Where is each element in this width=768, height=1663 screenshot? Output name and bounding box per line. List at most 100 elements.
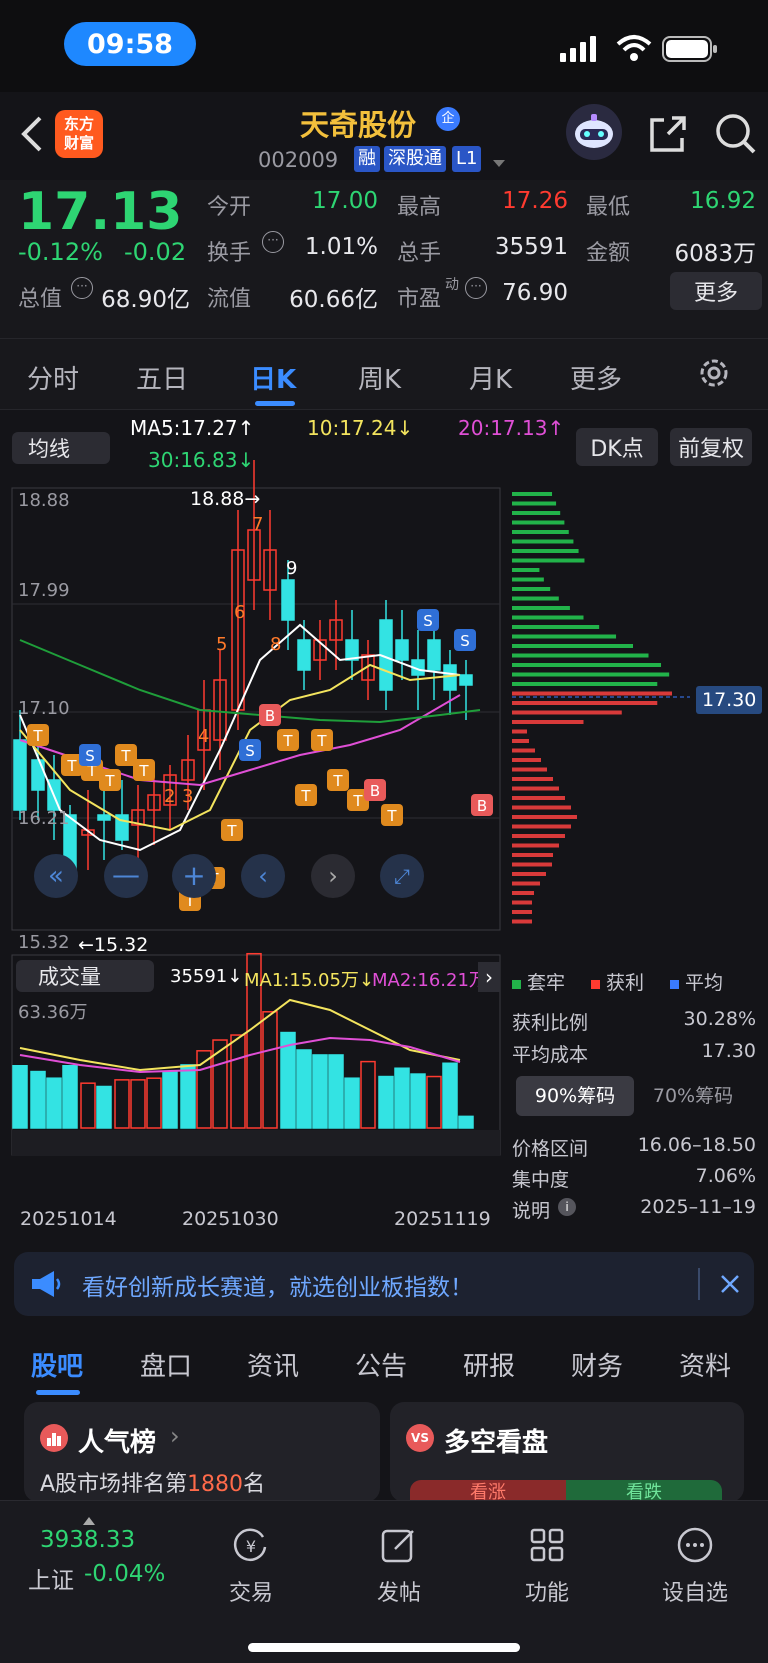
chip-bar	[512, 919, 532, 924]
bull-bear-title: 多空看盘	[444, 1428, 549, 1458]
settings-icon[interactable]	[696, 355, 732, 391]
tag-connect: 深股通	[384, 146, 446, 172]
share-icon[interactable]	[648, 114, 688, 154]
turnover-label: 换手	[207, 241, 252, 266]
megaphone-icon	[30, 1270, 62, 1298]
price-range-value: 16.06–18.50	[637, 1134, 756, 1156]
volume-selector[interactable]: 成交量	[16, 960, 154, 992]
candle-body	[281, 579, 295, 621]
info-icon[interactable]: i	[558, 1198, 576, 1216]
chip-tab-90[interactable]: 90%筹码	[516, 1076, 634, 1116]
dropdown-caret-icon[interactable]	[492, 154, 506, 167]
float-cap-label: 流值	[207, 287, 252, 312]
chip-bar	[512, 539, 574, 544]
tab-finance[interactable]: 财务	[571, 1346, 623, 1383]
svg-text:¥: ¥	[246, 1537, 256, 1556]
volume-bar	[328, 1054, 344, 1129]
chip-bar	[512, 777, 553, 781]
candle-body	[443, 664, 457, 691]
change-amount: -0.02	[124, 238, 187, 266]
chip-bar	[512, 492, 553, 496]
nav-post[interactable]: 发帖	[344, 1525, 454, 1607]
legend-average: 平均	[685, 972, 724, 994]
volume-bar	[46, 1077, 62, 1129]
chip-bar	[512, 910, 532, 914]
tab-daily-k[interactable]: 日K	[250, 359, 296, 396]
rank-prefix: A股市场排名第	[40, 1472, 188, 1497]
bull-bear-card[interactable]: VS 多空看盘 看涨 看跌	[390, 1402, 744, 1502]
fullscreen-icon[interactable]: ⤢	[380, 854, 424, 898]
close-icon[interactable]	[714, 1268, 746, 1300]
profit-ratio-label: 获利比例	[512, 1012, 589, 1034]
td-count-label: 7	[252, 514, 263, 535]
robot-avatar-icon[interactable]	[566, 104, 622, 160]
index-name[interactable]: 上证	[28, 1561, 74, 1595]
search-icon[interactable]	[714, 112, 758, 156]
index-change[interactable]: -0.04%	[84, 1561, 165, 1587]
popularity-card[interactable]: 人气榜 › A股市场排名第1880名	[24, 1402, 380, 1502]
chip-tab-70[interactable]: 70%筹码	[634, 1076, 752, 1116]
volume-bar	[458, 1115, 474, 1129]
chip-bar	[512, 653, 649, 658]
tab-monthly-k[interactable]: 月K	[469, 359, 512, 396]
index-value[interactable]: 3938.33	[40, 1527, 135, 1553]
tab-announcement[interactable]: 公告	[355, 1346, 407, 1383]
candle-body	[427, 639, 441, 671]
tab-weekly-k[interactable]: 周K	[358, 359, 401, 396]
chip-bar	[512, 672, 670, 677]
volume-bar	[378, 1075, 394, 1129]
volume-bar	[96, 1085, 112, 1129]
tab-intraday[interactable]: 分时	[27, 359, 79, 396]
nav-add-watchlist[interactable]: 设自选	[640, 1525, 750, 1607]
chevron-right-icon[interactable]: ›	[478, 962, 500, 992]
popularity-title: 人气榜	[78, 1428, 157, 1458]
stock-name: 天奇股份	[300, 108, 417, 142]
banner-text: 看好创新成长赛道，就选创业板指数！	[82, 1275, 473, 1301]
chip-bar	[512, 701, 658, 705]
tab-news[interactable]: 资讯	[247, 1346, 299, 1383]
bull-button[interactable]: 看涨	[410, 1480, 566, 1502]
chip-bar	[512, 606, 570, 610]
scroll-left-fast-button[interactable]: «	[34, 854, 78, 898]
info-icon[interactable]: ···	[262, 231, 284, 253]
feature-cards: 人气榜 › A股市场排名第1880名 VS 多空看盘 看涨 看跌	[0, 1402, 768, 1502]
low-label: 最低	[586, 195, 631, 220]
volume-bar	[442, 1062, 458, 1129]
period-tabs: 分时 五日 日K 周K 月K 更多	[0, 338, 768, 410]
info-icon[interactable]: ···	[465, 277, 487, 299]
nav-trade[interactable]: ¥ 交易	[196, 1525, 306, 1607]
info-icon[interactable]: ···	[71, 277, 93, 299]
chip-bar	[512, 824, 571, 829]
chip-bar	[512, 615, 584, 620]
profit-ratio-value: 30.28%	[683, 1008, 756, 1030]
volume-bar	[394, 1067, 410, 1129]
volume-bar	[426, 1075, 442, 1129]
scroll-right-button[interactable]: ›	[311, 854, 355, 898]
chip-bar	[512, 834, 565, 838]
date-label-1: 20251014	[20, 1208, 117, 1230]
tab-more[interactable]: 更多	[570, 359, 622, 396]
bear-button[interactable]: 看跌	[566, 1480, 722, 1502]
tab-five-day[interactable]: 五日	[136, 359, 188, 396]
tag-margin: 融	[354, 146, 380, 172]
tab-guba[interactable]: 股吧	[31, 1346, 83, 1383]
volume-bar	[146, 1077, 162, 1129]
back-icon[interactable]	[18, 114, 48, 154]
nav-add-watchlist-label: 设自选	[661, 1581, 728, 1606]
tab-pankou[interactable]: 盘口	[140, 1346, 192, 1383]
td-count-label: 9	[286, 558, 297, 579]
zoom-out-button[interactable]: —	[104, 854, 148, 898]
pe-label: 市盈	[397, 287, 442, 312]
zoom-in-button[interactable]: +	[172, 854, 216, 898]
tab-profile[interactable]: 资料	[679, 1346, 731, 1383]
promo-banner[interactable]: 看好创新成长赛道，就选创业板指数！	[14, 1252, 754, 1316]
quote-panel: 17.13 -0.12% -0.02 今开 17.00 最高 17.26 最低 …	[0, 180, 768, 338]
nav-features[interactable]: 功能	[492, 1525, 602, 1607]
grid-icon	[530, 1528, 564, 1562]
more-button[interactable]: 更多	[670, 272, 762, 310]
tab-research[interactable]: 研报	[463, 1346, 515, 1383]
chip-bar	[512, 587, 551, 591]
scroll-left-button[interactable]: ‹	[241, 854, 285, 898]
chip-bar	[512, 511, 561, 515]
chip-bar	[512, 625, 600, 629]
